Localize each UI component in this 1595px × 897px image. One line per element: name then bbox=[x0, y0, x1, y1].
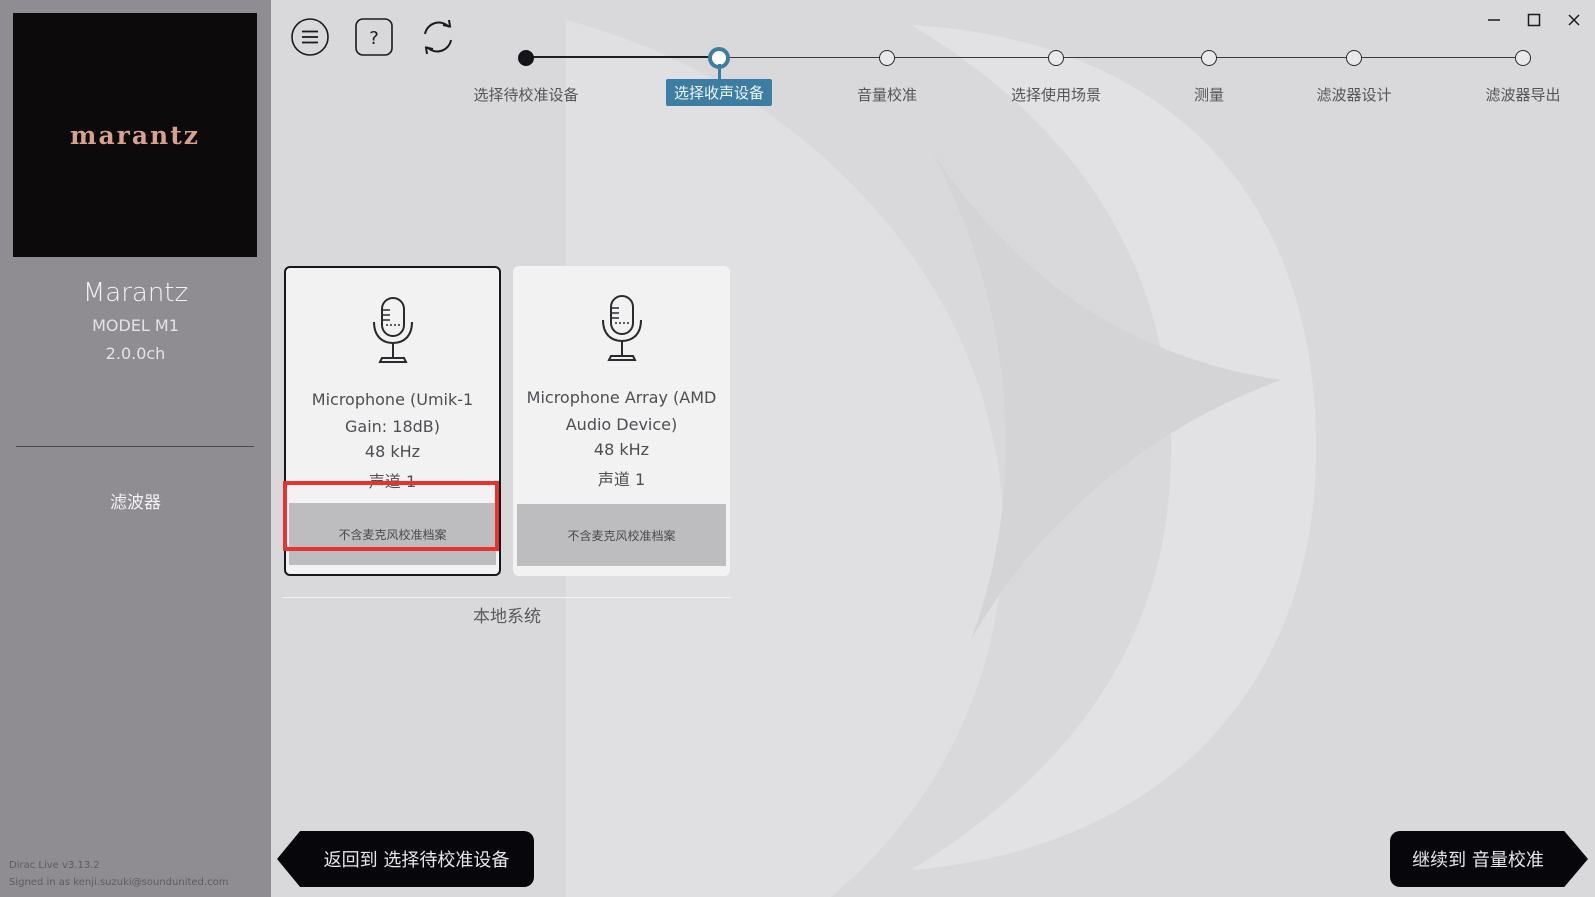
close-icon[interactable] bbox=[1559, 9, 1589, 31]
microphone-icon bbox=[601, 295, 642, 361]
device-name: Microphone (Umik-1 Gain: 18dB) bbox=[292, 386, 493, 440]
brand-logo: marantz bbox=[13, 13, 257, 257]
device-sample-rate: 48 kHz bbox=[593, 440, 650, 459]
stepper-line-done bbox=[526, 56, 719, 58]
step-dot-1[interactable] bbox=[518, 50, 534, 66]
sidebar: marantz Marantz MODEL M1 2.0.0ch 滤波器 Dir… bbox=[0, 0, 271, 897]
question-mark-icon[interactable]: ? bbox=[354, 17, 394, 57]
help-glyph: ? bbox=[369, 28, 379, 49]
device-sample-rate: 48 kHz bbox=[364, 442, 421, 461]
device-name-line1: Microphone (Umik-1 bbox=[311, 390, 474, 409]
maximize-icon[interactable] bbox=[1519, 9, 1549, 31]
minimize-icon[interactable] bbox=[1479, 9, 1509, 31]
step-label-3[interactable]: 音量校准 bbox=[857, 84, 917, 105]
stepper-line-todo bbox=[719, 57, 1520, 58]
sidebar-item-filter[interactable]: 滤波器 bbox=[0, 488, 271, 513]
device-brand: Marantz bbox=[82, 278, 189, 308]
step-label-4[interactable]: 选择使用场景 bbox=[1011, 84, 1101, 105]
step-label-6[interactable]: 滤波器设计 bbox=[1316, 84, 1391, 105]
step-dot-6[interactable] bbox=[1346, 50, 1362, 66]
signed-in-label: Signed in as kenji.suzuki@soundunited.co… bbox=[9, 877, 229, 888]
logo-text: marantz bbox=[70, 120, 200, 150]
device-channel: 声道 1 bbox=[368, 472, 417, 491]
step-dot-4[interactable] bbox=[1048, 50, 1064, 66]
sidebar-divider bbox=[16, 446, 254, 447]
device-name-line2: Gain: 18dB) bbox=[345, 417, 440, 436]
device-model: MODEL M1 bbox=[92, 316, 179, 335]
device-name-line1: Microphone Array (AMD bbox=[526, 388, 717, 407]
calibration-file-button[interactable]: 不含麦克风校准档案 bbox=[289, 503, 496, 565]
group-label-local-system: 本地系统 bbox=[473, 607, 541, 627]
device-channels: 2.0.0ch bbox=[105, 344, 166, 363]
refresh-icon[interactable] bbox=[418, 17, 458, 57]
step-current-connector bbox=[718, 64, 721, 80]
device-card-umik[interactable]: Microphone (Umik-1 Gain: 18dB) 48 kHz 声道… bbox=[284, 266, 501, 576]
step-label-7[interactable]: 滤波器导出 bbox=[1485, 84, 1560, 105]
version-label: Dirac Live v3.13.2 bbox=[9, 860, 100, 871]
calibration-file-button[interactable]: 不含麦克风校准档案 bbox=[517, 504, 726, 566]
step-dot-7[interactable] bbox=[1515, 50, 1531, 66]
step-label-5[interactable]: 测量 bbox=[1194, 84, 1224, 105]
step-label-2[interactable]: 选择收声设备 bbox=[665, 79, 773, 106]
step-dot-5[interactable] bbox=[1201, 50, 1217, 66]
device-name: Microphone Array (AMD Audio Device) bbox=[519, 384, 724, 438]
group-divider bbox=[283, 597, 731, 598]
device-channel: 声道 1 bbox=[597, 470, 646, 489]
next-button[interactable]: 继续到 音量校准 bbox=[1390, 831, 1588, 887]
device-name-line2: Audio Device) bbox=[565, 415, 678, 434]
device-card-amd[interactable]: Microphone Array (AMD Audio Device) 48 k… bbox=[513, 266, 730, 576]
back-button[interactable]: 返回到 选择待校准设备 bbox=[277, 831, 534, 887]
microphone-icon bbox=[372, 297, 413, 363]
step-label-1[interactable]: 选择待校准设备 bbox=[473, 84, 578, 105]
step-dot-3[interactable] bbox=[879, 50, 895, 66]
hamburger-menu-icon[interactable] bbox=[290, 17, 330, 57]
